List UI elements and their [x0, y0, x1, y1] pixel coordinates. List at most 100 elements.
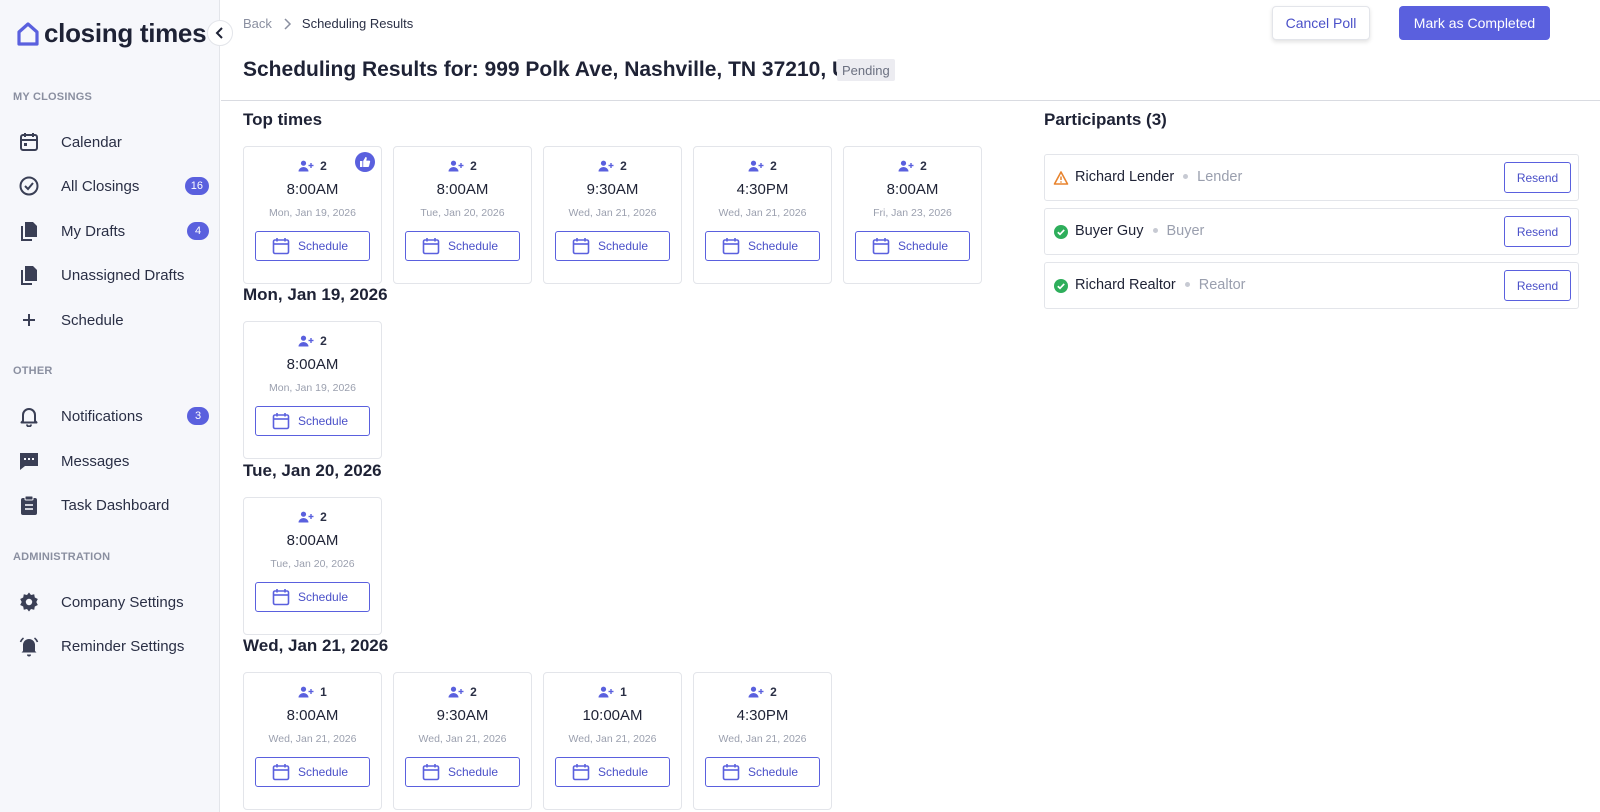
people-icon — [448, 160, 464, 172]
sidebar-item-company-settings[interactable]: Company Settings — [0, 582, 219, 622]
schedule-button[interactable]: Schedule — [255, 757, 370, 787]
slot-date: Wed, Jan 21, 2026 — [718, 733, 807, 745]
sidebar-item-label: Schedule — [61, 311, 124, 329]
vote-count-value: 2 — [770, 159, 777, 173]
schedule-button-label: Schedule — [598, 765, 649, 779]
sidebar-item-notifications[interactable]: Notifications 3 — [0, 396, 219, 436]
sidebar-item-schedule[interactable]: Schedule — [0, 300, 219, 340]
time-slot-card: 2 8:00AM Mon, Jan 19, 2026 Schedule — [243, 321, 382, 459]
schedule-button[interactable]: Schedule — [705, 757, 820, 787]
vote-count-value: 1 — [320, 685, 327, 699]
resend-button[interactable]: Resend — [1504, 162, 1571, 193]
vote-count-value: 1 — [620, 685, 627, 699]
schedule-button-label: Schedule — [748, 239, 799, 253]
schedule-button[interactable]: Schedule — [405, 757, 520, 787]
participant-row: Richard Realtor Realtor Resend — [1044, 262, 1579, 309]
separator-dot — [1183, 174, 1189, 179]
people-icon — [448, 686, 464, 698]
participant-name: Richard Lender — [1075, 169, 1175, 185]
vote-count: 2 — [244, 510, 381, 524]
separator-dot — [1184, 282, 1190, 287]
slot-time: 8:00AM — [436, 181, 489, 198]
breadcrumb-back-link[interactable]: Back — [243, 16, 272, 31]
time-slot-card: 1 8:00AM Wed, Jan 21, 2026 Schedule — [243, 672, 382, 810]
slot-date: Wed, Jan 21, 2026 — [718, 207, 807, 219]
participant-info: Buyer Guy Buyer — [1075, 223, 1204, 239]
sidebar-item-all-closings[interactable]: All Closings 16 — [0, 166, 219, 206]
sidebar-item-my-drafts[interactable]: My Drafts 4 — [0, 211, 219, 251]
slot-time: 4:30PM — [736, 181, 789, 198]
participant-name: Buyer Guy — [1075, 223, 1144, 239]
schedule-button[interactable]: Schedule — [555, 757, 670, 787]
calendar-icon — [272, 238, 290, 255]
slot-date: Wed, Jan 21, 2026 — [568, 733, 657, 745]
schedule-button-label: Schedule — [448, 765, 499, 779]
schedule-button[interactable]: Schedule — [855, 231, 970, 261]
day-heading: Mon, Jan 19, 2026 — [243, 285, 388, 304]
separator-dot — [1152, 228, 1158, 233]
schedule-button-label: Schedule — [298, 590, 349, 604]
schedule-button[interactable]: Schedule — [255, 231, 370, 261]
vote-count-value: 2 — [470, 685, 477, 699]
vote-count: 2 — [394, 685, 531, 699]
vote-count: 2 — [694, 685, 831, 699]
chat-icon — [20, 453, 38, 470]
status-badge: Pending — [837, 59, 895, 81]
check-circle-icon — [19, 176, 39, 196]
vote-count-value: 2 — [470, 159, 477, 173]
calendar-icon — [20, 133, 38, 151]
resend-button[interactable]: Resend — [1504, 270, 1571, 301]
calendar-icon — [272, 764, 290, 781]
logo-text: closing times — [44, 18, 207, 48]
sidebar-item-task-dashboard[interactable]: Task Dashboard — [0, 485, 219, 525]
schedule-button[interactable]: Schedule — [255, 406, 370, 436]
sidebar-item-label: All Closings — [61, 177, 140, 195]
resend-button[interactable]: Resend — [1504, 216, 1571, 247]
slot-time: 9:30AM — [586, 181, 639, 198]
sidebar-item-reminder-settings[interactable]: Reminder Settings — [0, 626, 219, 666]
sidebar-item-label: My Drafts — [61, 222, 126, 240]
calendar-icon — [272, 413, 290, 430]
cancel-poll-button[interactable]: Cancel Poll — [1272, 6, 1370, 40]
sidebar-item-label: Task Dashboard — [61, 496, 170, 514]
slot-time: 8:00AM — [286, 707, 339, 724]
warning-icon — [1053, 171, 1069, 185]
calendar-icon — [422, 238, 440, 255]
participant-name: Richard Realtor — [1075, 277, 1176, 293]
calendar-icon — [722, 764, 740, 781]
slot-date: Fri, Jan 23, 2026 — [873, 207, 952, 219]
sidebar-item-label: Messages — [61, 452, 130, 470]
app-logo[interactable]: closing times — [16, 18, 207, 49]
mark-completed-button[interactable]: Mark as Completed — [1399, 6, 1550, 40]
participant-row: Richard Lender Lender Resend — [1044, 154, 1579, 201]
time-slot-card: 2 4:30PM Wed, Jan 21, 2026 Schedule — [693, 672, 832, 810]
slot-time: 9:30AM — [436, 707, 489, 724]
participant-info: Richard Realtor Realtor — [1075, 277, 1246, 293]
schedule-button[interactable]: Schedule — [555, 231, 670, 261]
section-label-my-closings: MY CLOSINGS — [13, 91, 93, 103]
schedule-button[interactable]: Schedule — [405, 231, 520, 261]
bell-ring-icon — [19, 637, 39, 657]
sidebar-item-messages[interactable]: Messages — [0, 441, 219, 481]
slot-time: 10:00AM — [582, 707, 643, 724]
schedule-button-label: Schedule — [298, 765, 349, 779]
people-icon — [748, 686, 764, 698]
vote-count-value: 2 — [770, 685, 777, 699]
schedule-button[interactable]: Schedule — [255, 582, 370, 612]
sidebar: closing times MY CLOSINGS Calendar All C… — [0, 0, 220, 812]
slot-time: 8:00AM — [286, 532, 339, 549]
schedule-button[interactable]: Schedule — [705, 231, 820, 261]
collapse-sidebar-button[interactable] — [207, 20, 233, 46]
participant-role: Buyer — [1166, 223, 1205, 239]
sidebar-item-calendar[interactable]: Calendar — [0, 122, 219, 162]
day-heading: Wed, Jan 21, 2026 — [243, 636, 389, 655]
sidebar-item-unassigned-drafts[interactable]: Unassigned Drafts — [0, 255, 219, 295]
slot-date: Mon, Jan 19, 2026 — [269, 207, 356, 219]
calendar-icon — [422, 764, 440, 781]
people-icon — [898, 160, 914, 172]
participants-title: Participants (3) — [1044, 110, 1167, 129]
section-label-other: OTHER — [13, 365, 53, 377]
vote-count-value: 2 — [620, 159, 627, 173]
slot-date: Mon, Jan 19, 2026 — [269, 382, 356, 394]
vote-count: 2 — [244, 334, 381, 348]
